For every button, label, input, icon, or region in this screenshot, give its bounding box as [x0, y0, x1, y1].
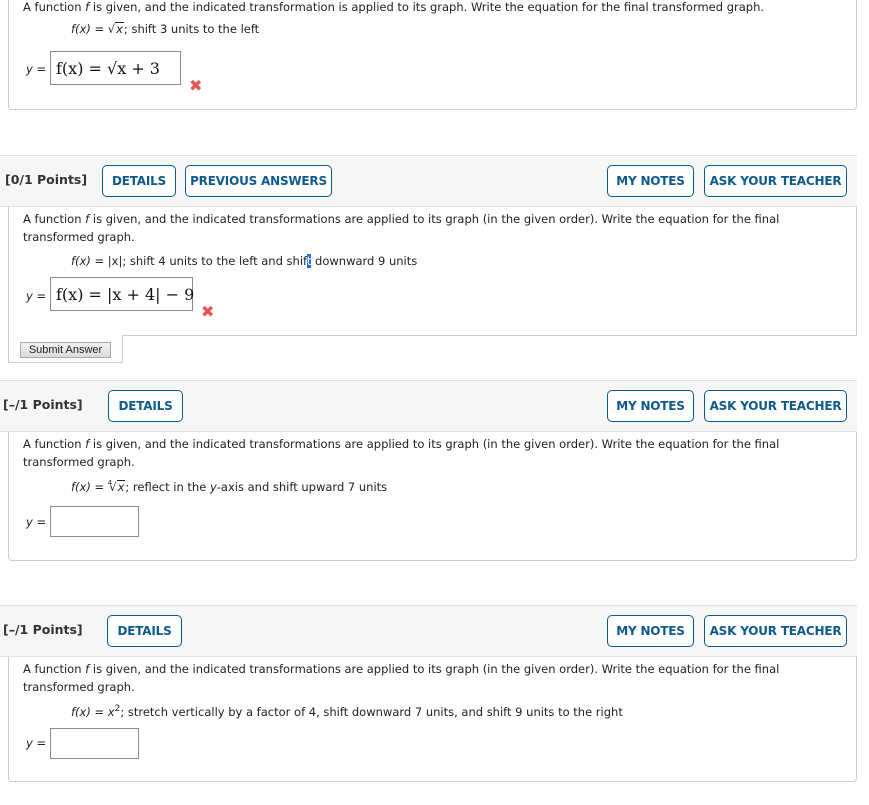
question-2-prompt: A function f is given, and the indicated… [23, 212, 780, 244]
my-notes-button[interactable]: MY NOTES [607, 165, 694, 197]
details-button[interactable]: DETAILS [107, 615, 182, 647]
question-2-border-bottom [8, 362, 123, 363]
question-4-body: A function f is given, and the indicated… [8, 657, 857, 782]
my-notes-button[interactable]: MY NOTES [607, 390, 694, 422]
my-notes-button[interactable]: MY NOTES [607, 615, 694, 647]
question-2-given-function: f(x) = |x|; shift 4 units to the left an… [71, 254, 418, 268]
question-4-y-label: y = [26, 736, 47, 750]
question-4-points: [–/1 Points] [3, 622, 83, 637]
question-3-body: A function f is given, and the indicated… [8, 432, 857, 561]
question-4-header: [–/1 Points] DETAILS MY NOTES ASK YOUR T… [0, 605, 857, 657]
question-3-prompt: A function f is given, and the indicated… [23, 437, 780, 469]
question-2-border-right-segment [122, 335, 857, 336]
question-3-answer-input[interactable] [50, 506, 139, 537]
question-2-body: A function f is given, and the indicated… [8, 207, 857, 336]
sqrt-symbol: √ [107, 22, 116, 36]
question-3-y-label: y = [26, 515, 47, 529]
question-2-border-left-segment [8, 335, 9, 363]
submit-answer-button[interactable]: Submit Answer [20, 342, 111, 358]
question-2-y-label: y = [26, 289, 47, 303]
ask-your-teacher-button[interactable]: ASK YOUR TEACHER [704, 390, 847, 422]
fourth-root-symbol: √ [109, 480, 117, 494]
question-2-points: [0/1 Points] [5, 172, 88, 187]
question-4-prompt: A function f is given, and the indicated… [23, 662, 780, 694]
incorrect-icon: ✖ [189, 76, 203, 95]
ask-your-teacher-button[interactable]: ASK YOUR TEACHER [704, 165, 847, 197]
details-button[interactable]: DETAILS [108, 390, 183, 422]
question-3-header: [–/1 Points] DETAILS MY NOTES ASK YOUR T… [0, 380, 857, 432]
question-1-body: A function f is given, and the indicated… [8, 0, 857, 110]
question-2-answer-input[interactable]: f(x) = |x + 4| − 9 [50, 277, 194, 311]
details-button[interactable]: DETAILS [102, 165, 176, 197]
question-4-answer-input[interactable] [50, 728, 139, 759]
previous-answers-button[interactable]: PREVIOUS ANSWERS [185, 165, 332, 197]
question-4-given-function: f(x) = x2; stretch vertically by a facto… [71, 704, 623, 719]
question-1-answer-input[interactable]: f(x) = √x + 3 [50, 51, 181, 85]
question-3-points: [–/1 Points] [3, 397, 83, 412]
question-1-prompt: A function f is given, and the indicated… [23, 0, 765, 14]
incorrect-icon: ✖ [201, 302, 215, 321]
question-2-body-right-edge [856, 207, 857, 336]
question-3-given-function: f(x) = 4√x; reflect in the y-axis and sh… [71, 479, 388, 494]
question-2-border-notch [122, 335, 123, 363]
question-2-header: [0/1 Points] DETAILS PREVIOUS ANSWERS MY… [0, 155, 857, 207]
question-1-y-label: y = [26, 62, 47, 76]
ask-your-teacher-button[interactable]: ASK YOUR TEACHER [704, 615, 847, 647]
question-1-given-function: f(x) = √x; shift 3 units to the left [71, 22, 260, 36]
